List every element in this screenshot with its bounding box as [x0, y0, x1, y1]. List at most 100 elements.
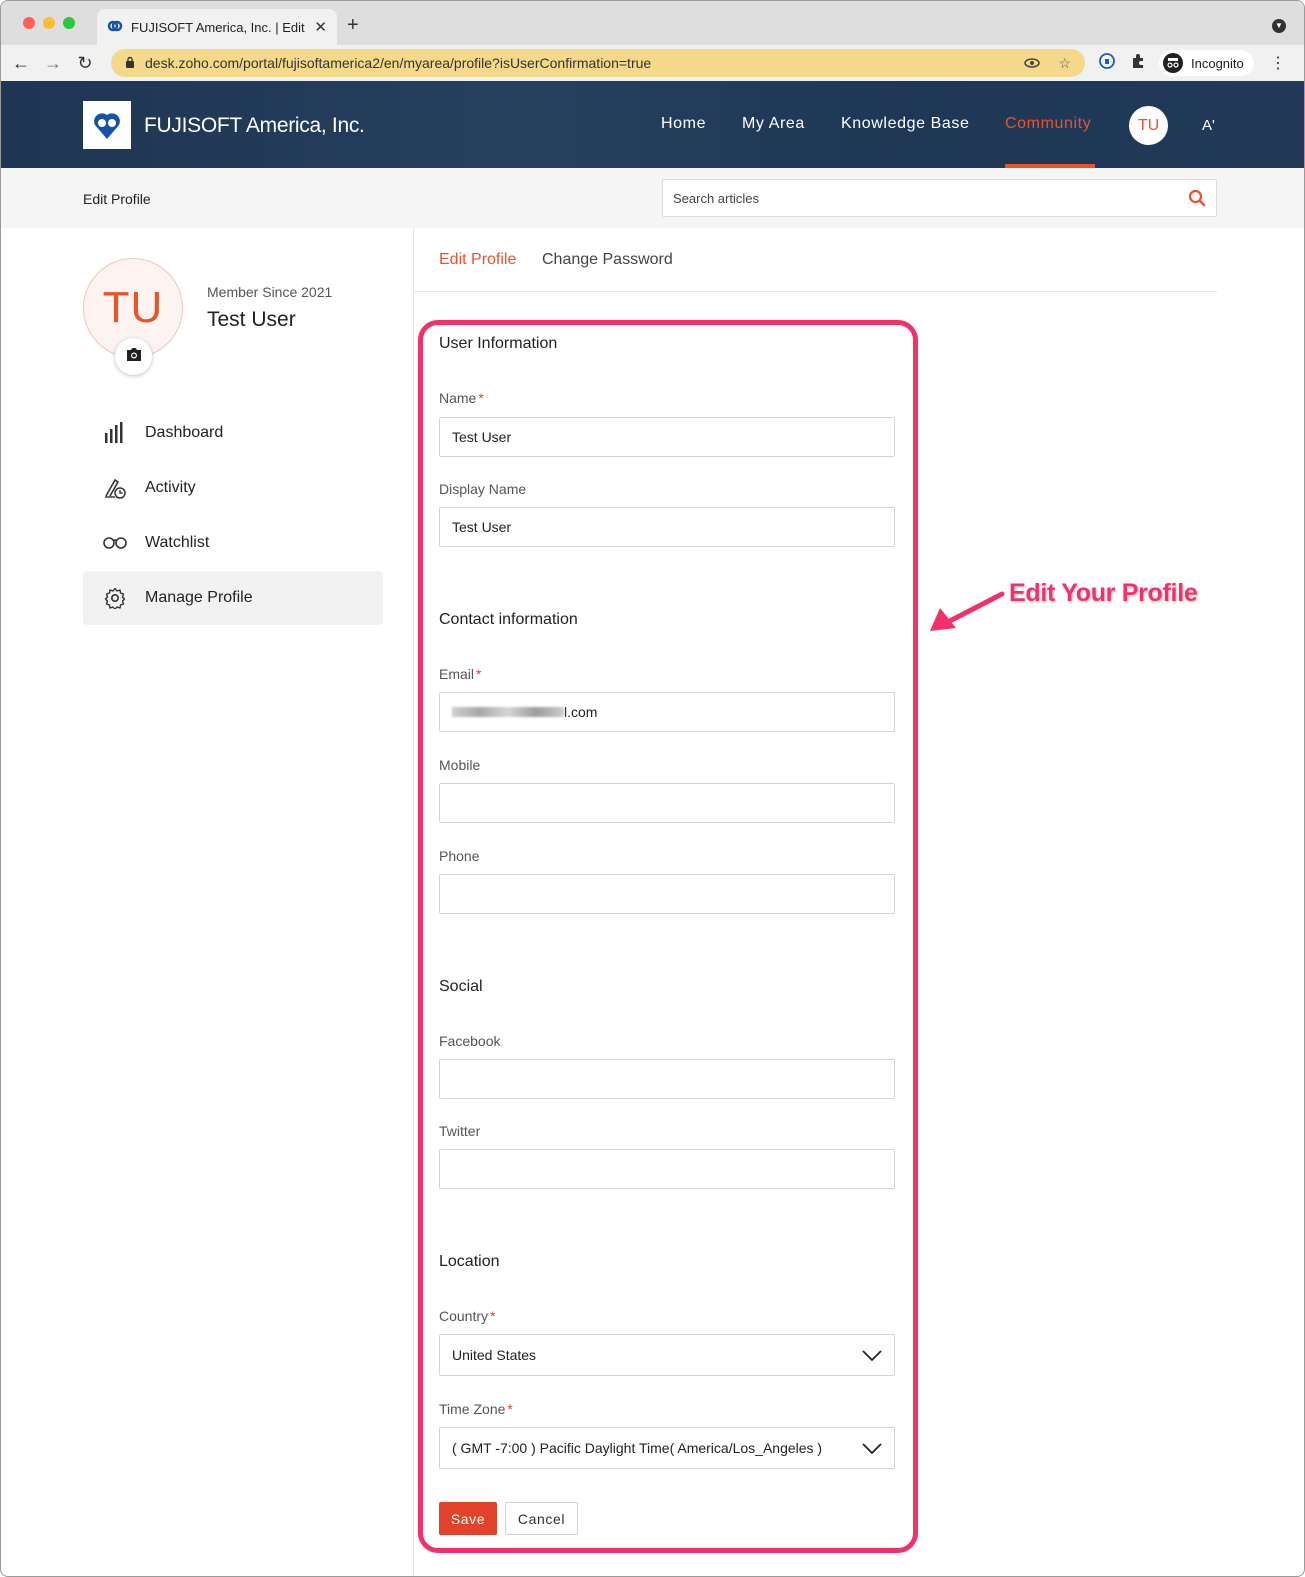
country-value: United States [452, 1347, 537, 1363]
change-photo-button[interactable] [115, 338, 152, 375]
search-input[interactable] [673, 190, 1188, 206]
more-icon[interactable]: ⋮ [1270, 53, 1286, 73]
incognito-label: Incognito [1191, 55, 1244, 71]
cancel-button[interactable]: Cancel [505, 1502, 578, 1535]
email-visible-part: l.com [564, 704, 598, 720]
required-mark: * [478, 390, 484, 406]
sidebar-item-label: Watchlist [145, 534, 210, 551]
font-size-toggle[interactable]: A' [1202, 117, 1215, 134]
country-label-text: Country [439, 1308, 489, 1324]
twitter-label: Twitter [439, 1123, 481, 1139]
phone-label: Phone [439, 848, 480, 864]
fujisoft-favicon-icon [107, 19, 123, 35]
twitter-input[interactable] [439, 1149, 895, 1189]
gear-icon [103, 586, 127, 610]
browser-tab[interactable]: FUJISOFT America, Inc. | Edit P ✕ [97, 9, 337, 45]
extensions-icon[interactable] [1130, 53, 1146, 73]
mobile-input[interactable] [439, 783, 895, 823]
password-icon[interactable] [1099, 53, 1115, 73]
brand-name[interactable]: FUJISOFT America, Inc. [144, 114, 365, 138]
address-bar[interactable]: desk.zoho.com/portal/fujisoftamerica2/en… [111, 49, 1085, 77]
activity-icon [103, 476, 127, 500]
callout-arrow-icon [930, 591, 1005, 631]
email-label-text: Email [439, 666, 475, 682]
email-label: Email * [439, 666, 481, 682]
tab-search-icon[interactable]: ▼ [1272, 19, 1286, 33]
section-title-social: Social [439, 978, 483, 995]
content-divider [413, 228, 414, 1576]
sidebar-item-dashboard[interactable]: Dashboard [83, 406, 383, 460]
member-since: Member Since 2021 [207, 284, 333, 300]
country-select[interactable]: United States [439, 1334, 895, 1376]
browser-toolbar: ← → ↻ desk.zoho.com/portal/fujisoftameri… [1, 45, 1304, 81]
tab-title: FUJISOFT America, Inc. | Edit P [131, 19, 309, 35]
required-mark: * [476, 666, 482, 682]
profile-name: Test User [207, 308, 296, 331]
sidebar-item-manage-profile[interactable]: Manage Profile [83, 571, 383, 625]
new-tab-button[interactable]: + [347, 14, 359, 37]
header-avatar[interactable]: TU [1129, 106, 1168, 145]
nav-community[interactable]: Community [1005, 115, 1091, 133]
close-tab-icon[interactable]: ✕ [314, 18, 327, 36]
nav-knowledge-base[interactable]: Knowledge Base [841, 115, 970, 133]
bar-chart-icon [103, 421, 127, 445]
sidebar-item-label: Activity [145, 479, 196, 496]
tab-divider [414, 291, 1217, 292]
close-window-button[interactable] [23, 17, 35, 29]
facebook-label: Facebook [439, 1033, 501, 1049]
browser-window: FUJISOFT America, Inc. | Edit P ✕ + ▼ ← … [0, 0, 1305, 1577]
camera-icon [125, 347, 143, 367]
reload-icon[interactable]: ↻ [73, 53, 97, 74]
site-header: FUJISOFT America, Inc. Home My Area Know… [1, 81, 1304, 168]
section-title-user-information: User Information [439, 335, 558, 352]
facebook-input[interactable] [439, 1059, 895, 1099]
section-title-location: Location [439, 1253, 500, 1270]
name-label: Name * [439, 390, 484, 406]
display-name-input[interactable] [439, 507, 895, 547]
mobile-label: Mobile [439, 757, 481, 773]
timezone-select[interactable]: ( GMT -7:00 ) Pacific Daylight Time( Ame… [439, 1427, 895, 1469]
search-box [662, 179, 1217, 217]
forward-arrow-icon[interactable]: → [41, 53, 65, 74]
binoculars-icon [103, 531, 127, 555]
nav-my-area[interactable]: My Area [742, 115, 805, 133]
chevron-down-icon [862, 1349, 882, 1362]
redacted-email [452, 707, 564, 717]
minimize-window-button[interactable] [43, 17, 55, 29]
timezone-label-text: Time Zone [439, 1401, 506, 1417]
timezone-label: Time Zone * [439, 1401, 513, 1417]
timezone-value: ( GMT -7:00 ) Pacific Daylight Time( Ame… [452, 1440, 823, 1456]
sidebar-item-label: Manage Profile [145, 589, 253, 606]
star-icon[interactable]: ☆ [1058, 55, 1071, 72]
display-name-label: Display Name [439, 481, 527, 497]
eye-icon[interactable] [1024, 55, 1041, 71]
maximize-window-button[interactable] [63, 17, 75, 29]
required-mark: * [490, 1308, 496, 1324]
nav-home[interactable]: Home [661, 115, 706, 133]
email-input[interactable]: l.com [439, 692, 895, 732]
phone-input[interactable] [439, 874, 895, 914]
sidebar-item-label: Dashboard [145, 424, 224, 441]
name-label-text: Name [439, 390, 477, 406]
incognito-badge[interactable]: Incognito [1159, 50, 1254, 76]
url-text: desk.zoho.com/portal/fujisoftamerica2/en… [145, 55, 652, 71]
country-label: Country * [439, 1308, 495, 1324]
required-mark: * [507, 1401, 513, 1417]
incognito-icon [1163, 53, 1183, 73]
name-input[interactable] [439, 417, 895, 457]
sidebar-item-watchlist[interactable]: Watchlist [83, 516, 383, 570]
lock-icon [125, 56, 135, 71]
tab-edit-profile[interactable]: Edit Profile [439, 251, 516, 269]
tab-strip: FUJISOFT America, Inc. | Edit P ✕ + ▼ [1, 1, 1304, 45]
callout-text: Edit Your Profile [1009, 579, 1198, 607]
back-arrow-icon[interactable]: ← [9, 53, 33, 74]
page-subbar: Edit Profile [1, 168, 1304, 228]
fujisoft-logo[interactable] [83, 101, 131, 149]
chevron-down-icon [862, 1442, 882, 1455]
section-title-contact: Contact information [439, 611, 578, 628]
tab-change-password[interactable]: Change Password [542, 251, 673, 269]
save-button[interactable]: Save [439, 1502, 497, 1535]
sidebar-item-activity[interactable]: Activity [83, 461, 383, 515]
search-icon[interactable] [1188, 189, 1206, 207]
page-title: Edit Profile [83, 191, 151, 207]
